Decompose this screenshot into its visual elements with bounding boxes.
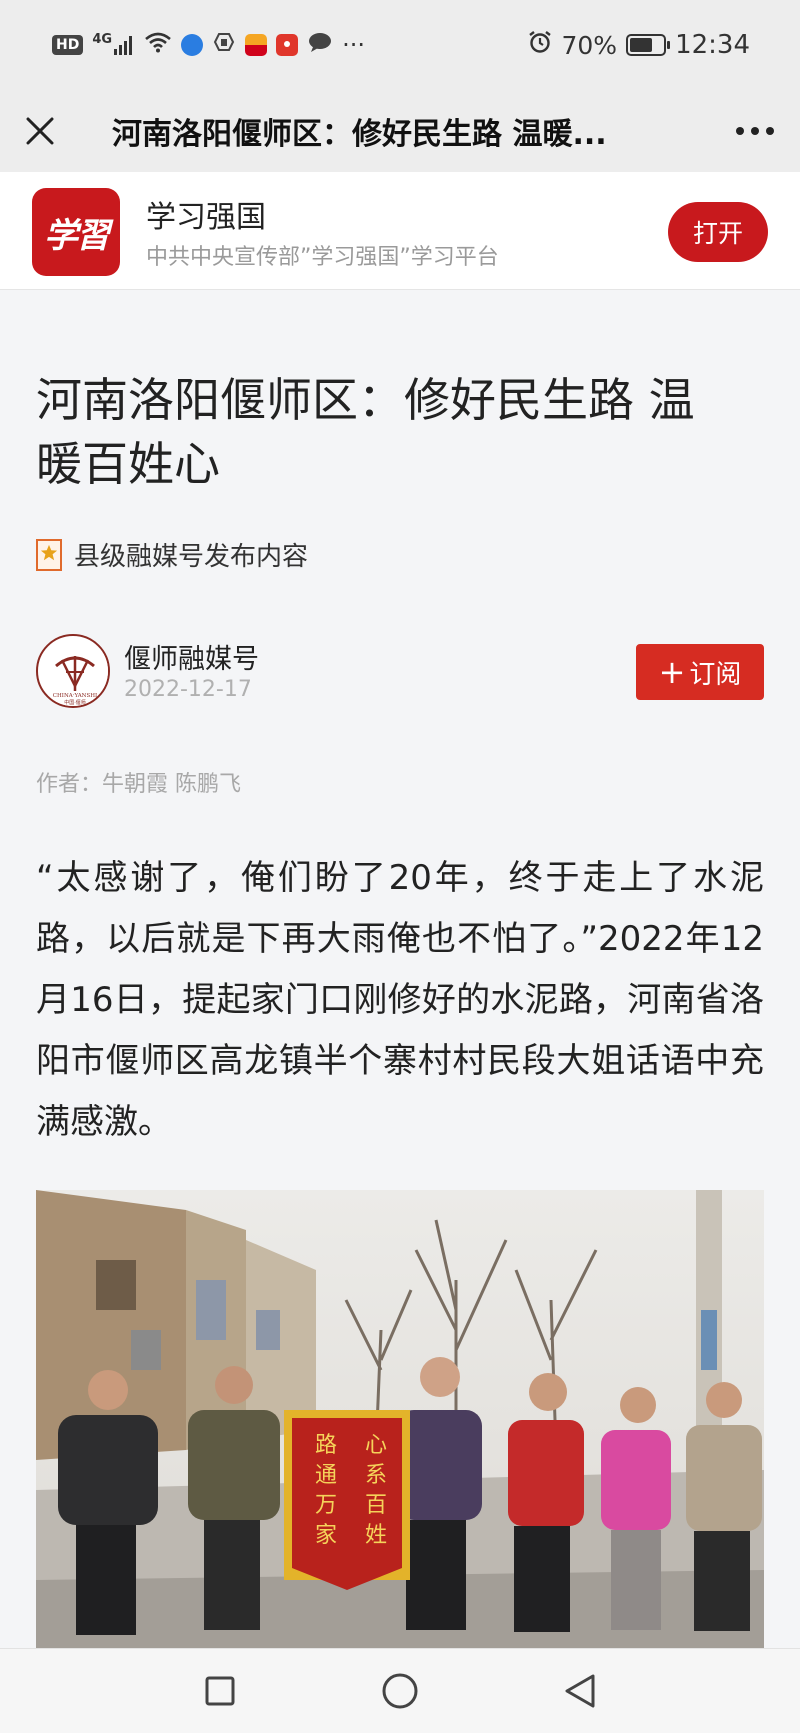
battery-icon — [626, 34, 671, 56]
title-bar: 河南洛阳偃师区：修好民生路 温暖... — [0, 90, 800, 172]
plus-icon: + — [658, 653, 686, 691]
signal-icon: 4G — [92, 32, 135, 56]
more-button[interactable] — [710, 90, 800, 172]
star-badge-icon — [36, 538, 62, 571]
hd-badge: HD — [52, 35, 84, 55]
battery-level — [630, 38, 653, 52]
more-notifications: ··· — [342, 31, 365, 59]
home-button[interactable] — [370, 1661, 430, 1721]
status-bar: HD 4G ··· 70% 12:34 — [0, 0, 800, 90]
status-right: 70% 12:34 — [528, 30, 750, 60]
more-dots-icon — [736, 127, 774, 135]
app-logo: 学習 — [32, 188, 120, 276]
avatar-subcaption: 中国·偃师 — [64, 699, 86, 706]
article-paragraph: “太感谢了，俺们盼了20年，终于走上了水泥路，以后就是下再大雨俺也不怕了。”20… — [36, 858, 764, 1142]
app-name: 学习强国 — [146, 200, 266, 235]
page-title: 河南洛阳偃师区：修好民生路 温暖... — [112, 117, 607, 152]
clock: 12:34 — [675, 30, 750, 60]
article-photo[interactable]: 心系百姓 路通万家 — [36, 1190, 764, 1650]
subscribe-label: 订阅 — [689, 659, 742, 690]
hand-app-icon — [212, 30, 236, 60]
system-navigation-bar — [0, 1648, 800, 1733]
close-icon — [26, 117, 54, 145]
content-tag: 县级融媒号发布内容 — [36, 536, 308, 573]
battery-percent: 70% — [561, 30, 618, 60]
reader-app-icon — [245, 34, 268, 56]
square-icon — [205, 1676, 235, 1706]
circle-icon — [382, 1673, 418, 1709]
publish-date: 2022-12-17 — [124, 677, 252, 702]
open-app-button[interactable]: 打开 — [668, 202, 768, 262]
wifi-icon — [144, 31, 172, 59]
red-app-icon — [276, 34, 299, 56]
article-title: 河南洛阳偃师区：修好民生路 温暖百姓心 — [36, 373, 695, 491]
app-description: 中共中央宣传部”学习强国”学习平台 — [146, 245, 499, 270]
status-left: HD 4G ··· — [52, 30, 365, 60]
alarm-icon — [528, 30, 552, 60]
source-name[interactable]: 偃师融媒号 — [124, 637, 259, 676]
app-promo-banner: 学習 学习强国 中共中央宣传部”学习强国”学习平台 打开 — [0, 172, 800, 290]
author-row: CHINA·YANSHI 中国·偃师 偃师融媒号 2022-12-17 + 订阅 — [36, 634, 764, 710]
chat-bubble-icon — [307, 31, 333, 59]
silk-banner: 心系百姓 路通万家 — [284, 1410, 410, 1590]
content-tag-label: 县级融媒号发布内容 — [74, 542, 309, 572]
byline: 作者：牛朝霞 陈鹏飞 — [36, 772, 241, 797]
network-type: 4G — [92, 32, 113, 47]
screen: HD 4G ··· 70% 12:34 河南洛阳偃师区：修好民生路 温暖... … — [0, 0, 800, 1733]
close-button[interactable] — [0, 90, 80, 172]
recent-apps-button[interactable] — [190, 1661, 250, 1721]
triangle-back-icon — [565, 1674, 595, 1708]
avatar[interactable]: CHINA·YANSHI 中国·偃师 — [36, 634, 110, 708]
browser-app-icon — [181, 34, 204, 56]
photo-scene: 心系百姓 路通万家 — [36, 1190, 764, 1650]
subscribe-button[interactable]: + 订阅 — [636, 644, 764, 700]
back-button[interactable] — [550, 1661, 610, 1721]
avatar-caption: CHINA·YANSHI — [53, 693, 97, 699]
